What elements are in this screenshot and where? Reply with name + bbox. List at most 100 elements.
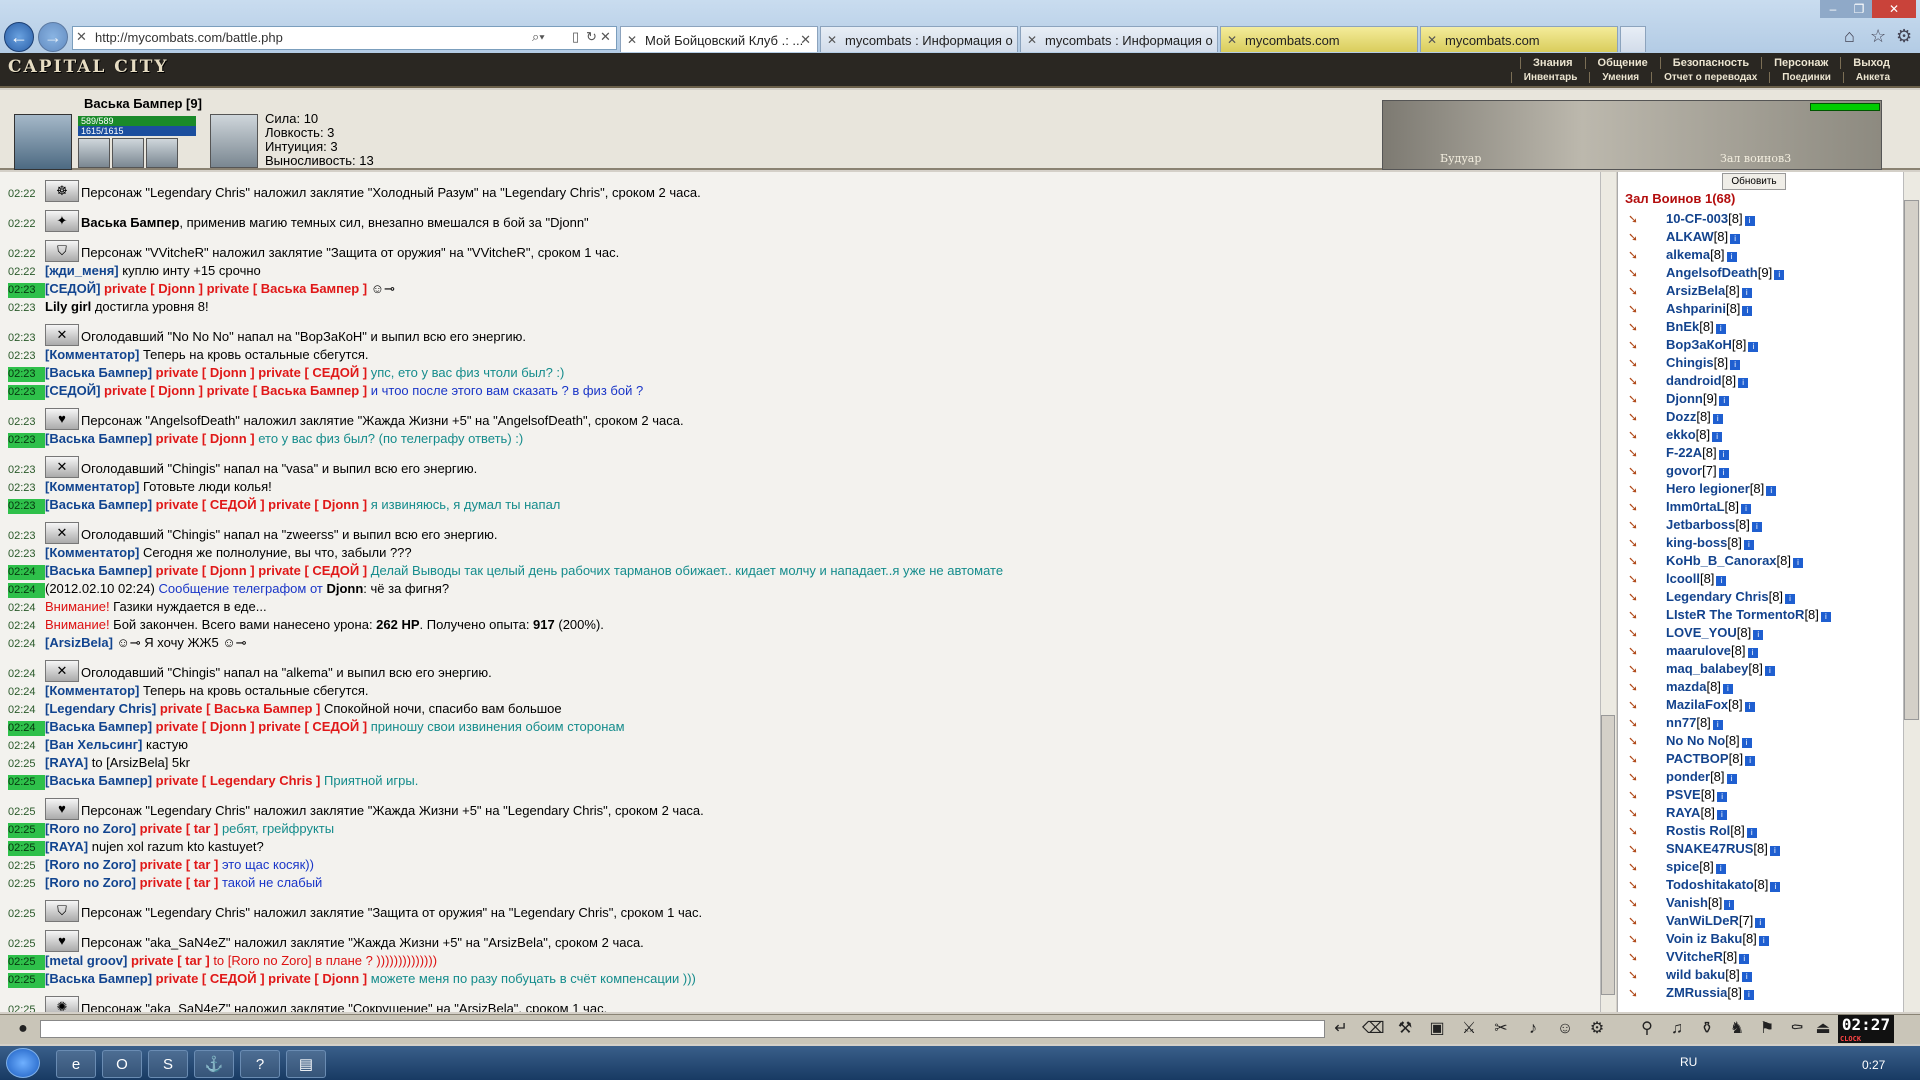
user-name[interactable]: ВорЗаКоН: [1666, 337, 1732, 352]
info-icon[interactable]: i: [1718, 450, 1729, 460]
user-name[interactable]: mazda: [1666, 679, 1706, 694]
user-name[interactable]: Dozz: [1666, 409, 1696, 424]
info-icon[interactable]: i: [1717, 792, 1728, 802]
chat-input[interactable]: [40, 1020, 1325, 1038]
user-list-item[interactable]: ➘ LIsteR The TormentoR[8] i: [1628, 606, 1898, 624]
private-arrow-icon[interactable]: ➘: [1628, 732, 1646, 750]
private-arrow-icon[interactable]: ➘: [1628, 462, 1646, 480]
item-slot[interactable]: [78, 138, 110, 168]
chat-timestamp[interactable]: 02:24: [8, 601, 45, 616]
chat-nick[interactable]: [Васька Бампер]: [45, 563, 152, 578]
close-window-icon[interactable]: ✕: [1872, 0, 1916, 18]
user-list-item[interactable]: ➘ ekko[8] i: [1628, 426, 1898, 444]
info-icon[interactable]: i: [1741, 288, 1752, 298]
chat-timestamp[interactable]: 02:25: [8, 823, 45, 838]
private-arrow-icon[interactable]: ➘: [1628, 858, 1646, 876]
user-list-item[interactable]: ➘ dandroid[8] i: [1628, 372, 1898, 390]
user-name[interactable]: PACTBOP: [1666, 751, 1729, 766]
user-name[interactable]: ArsizBela: [1666, 283, 1725, 298]
info-icon[interactable]: i: [1785, 594, 1796, 604]
user-name[interactable]: Rostis Rol: [1666, 823, 1730, 838]
menu-transfer-report[interactable]: Отчет о переводах: [1651, 72, 1769, 83]
user-list-item[interactable]: ➘ PSVE[8] i: [1628, 786, 1898, 804]
user-name[interactable]: SNAKE47RUS: [1666, 841, 1753, 856]
user-name[interactable]: ekko: [1666, 427, 1696, 442]
info-icon[interactable]: i: [1743, 540, 1754, 550]
forward-icon[interactable]: →: [38, 22, 68, 52]
chat-nick[interactable]: [Комментатор]: [45, 545, 139, 560]
chat-private-target[interactable]: private [ Legendary Chris ]: [152, 773, 321, 788]
private-arrow-icon[interactable]: ➘: [1628, 354, 1646, 372]
tool-icon-1[interactable]: ⚲: [1636, 1018, 1658, 1040]
private-arrow-icon[interactable]: ➘: [1628, 516, 1646, 534]
user-name[interactable]: KoHb_B_Canorax: [1666, 553, 1777, 568]
send-icon[interactable]: ↵: [1330, 1018, 1352, 1040]
chat-nick[interactable]: [RAYA]: [45, 839, 88, 854]
browser-tab[interactable]: ✕ mycombats : Информация о ...: [820, 26, 1018, 52]
user-name[interactable]: VanWiLDeR: [1666, 913, 1739, 928]
user-list-item[interactable]: ➘ F-22A[8] i: [1628, 444, 1898, 462]
user-list-item[interactable]: ➘ LOVE_YOU[8] i: [1628, 624, 1898, 642]
menu-inventory[interactable]: Инвентарь: [1510, 72, 1590, 83]
chat-private-target[interactable]: private [ Djonn ] private [ СЕДОЙ ]: [152, 719, 367, 734]
user-list-item[interactable]: ➘ mazda[8] i: [1628, 678, 1898, 696]
chat-scrollbar-thumb[interactable]: [1601, 715, 1615, 995]
fight-icon[interactable]: ⚔: [1458, 1018, 1480, 1040]
browser-tab[interactable]: ✕ mycombats.com: [1420, 26, 1618, 52]
private-arrow-icon[interactable]: ➘: [1628, 246, 1646, 264]
info-icon[interactable]: i: [1746, 828, 1757, 838]
info-icon[interactable]: i: [1758, 936, 1769, 946]
menu-skills[interactable]: Умения: [1589, 72, 1651, 83]
info-icon[interactable]: i: [1739, 954, 1750, 964]
info-icon[interactable]: i: [1744, 702, 1755, 712]
music-icon[interactable]: ♫: [1666, 1018, 1688, 1040]
private-arrow-icon[interactable]: ➘: [1628, 984, 1646, 1002]
private-arrow-icon[interactable]: ➘: [1628, 606, 1646, 624]
filter-icon[interactable]: ⚒: [1394, 1018, 1416, 1040]
info-icon[interactable]: i: [1747, 648, 1758, 658]
user-list-item[interactable]: ➘ ALKAW[8] i: [1628, 228, 1898, 246]
chat-private-target[interactable]: private [ Djonn ] private [ Васька Бампе…: [100, 383, 367, 398]
chat-private-target[interactable]: private [ СЕДОЙ ] private [ Djonn ]: [152, 971, 367, 986]
chat-nick[interactable]: [Roro no Zoro]: [45, 875, 136, 890]
chat-timestamp[interactable]: 02:25: [8, 937, 45, 952]
menu-knowledge[interactable]: Знания: [1520, 57, 1584, 69]
chat-nick[interactable]: [Васька Бампер]: [45, 773, 152, 788]
private-arrow-icon[interactable]: ➘: [1628, 678, 1646, 696]
tool-icon-5[interactable]: ⚰: [1786, 1018, 1808, 1040]
chat-private-target[interactable]: private [ tar ]: [136, 875, 219, 890]
user-name[interactable]: BnEk: [1666, 319, 1699, 334]
private-arrow-icon[interactable]: ➘: [1628, 552, 1646, 570]
avatar[interactable]: [14, 114, 72, 170]
exit-icon[interactable]: ⏏: [1812, 1018, 1834, 1040]
info-icon[interactable]: i: [1730, 234, 1741, 244]
private-arrow-icon[interactable]: ➘: [1628, 426, 1646, 444]
private-arrow-icon[interactable]: ➘: [1628, 372, 1646, 390]
private-arrow-icon[interactable]: ➘: [1628, 642, 1646, 660]
user-list-item[interactable]: ➘ ponder[8] i: [1628, 768, 1898, 786]
info-icon[interactable]: i: [1742, 306, 1753, 316]
private-arrow-icon[interactable]: ➘: [1628, 282, 1646, 300]
user-name[interactable]: wild baku: [1666, 967, 1725, 982]
chat-private-target[interactable]: private [ Васька Бампер ]: [156, 701, 321, 716]
info-icon[interactable]: i: [1745, 756, 1756, 766]
user-list-item[interactable]: ➘ No No No[8] i: [1628, 732, 1898, 750]
user-list-item[interactable]: ➘ Vanish[8] i: [1628, 894, 1898, 912]
info-icon[interactable]: i: [1722, 684, 1733, 694]
user-list-item[interactable]: ➘ Chingis[8] i: [1628, 354, 1898, 372]
chat-timestamp[interactable]: 02:24: [8, 667, 45, 682]
location-label-hall[interactable]: Зал воинов3: [1720, 152, 1791, 165]
app-icon[interactable]: ⚓: [194, 1050, 234, 1078]
chat-timestamp[interactable]: 02:23: [8, 385, 45, 400]
chat-timestamp[interactable]: 02:24: [8, 637, 45, 652]
menu-character[interactable]: Персонаж: [1761, 57, 1840, 69]
user-list-item[interactable]: ➘ Voin iz Baku[8] i: [1628, 930, 1898, 948]
user-name[interactable]: LIsteR The TormentoR: [1666, 607, 1804, 622]
chat-private-target[interactable]: private [ СЕДОЙ ] private [ Djonn ]: [152, 497, 367, 512]
user-name[interactable]: Legendary Chris: [1666, 589, 1769, 604]
chat-timestamp[interactable]: 02:25: [8, 859, 45, 874]
info-icon[interactable]: i: [1741, 972, 1752, 982]
user-list-item[interactable]: ➘ SNAKE47RUS[8] i: [1628, 840, 1898, 858]
user-name[interactable]: nn77: [1666, 715, 1696, 730]
chat-timestamp[interactable]: 02:24: [8, 739, 45, 754]
